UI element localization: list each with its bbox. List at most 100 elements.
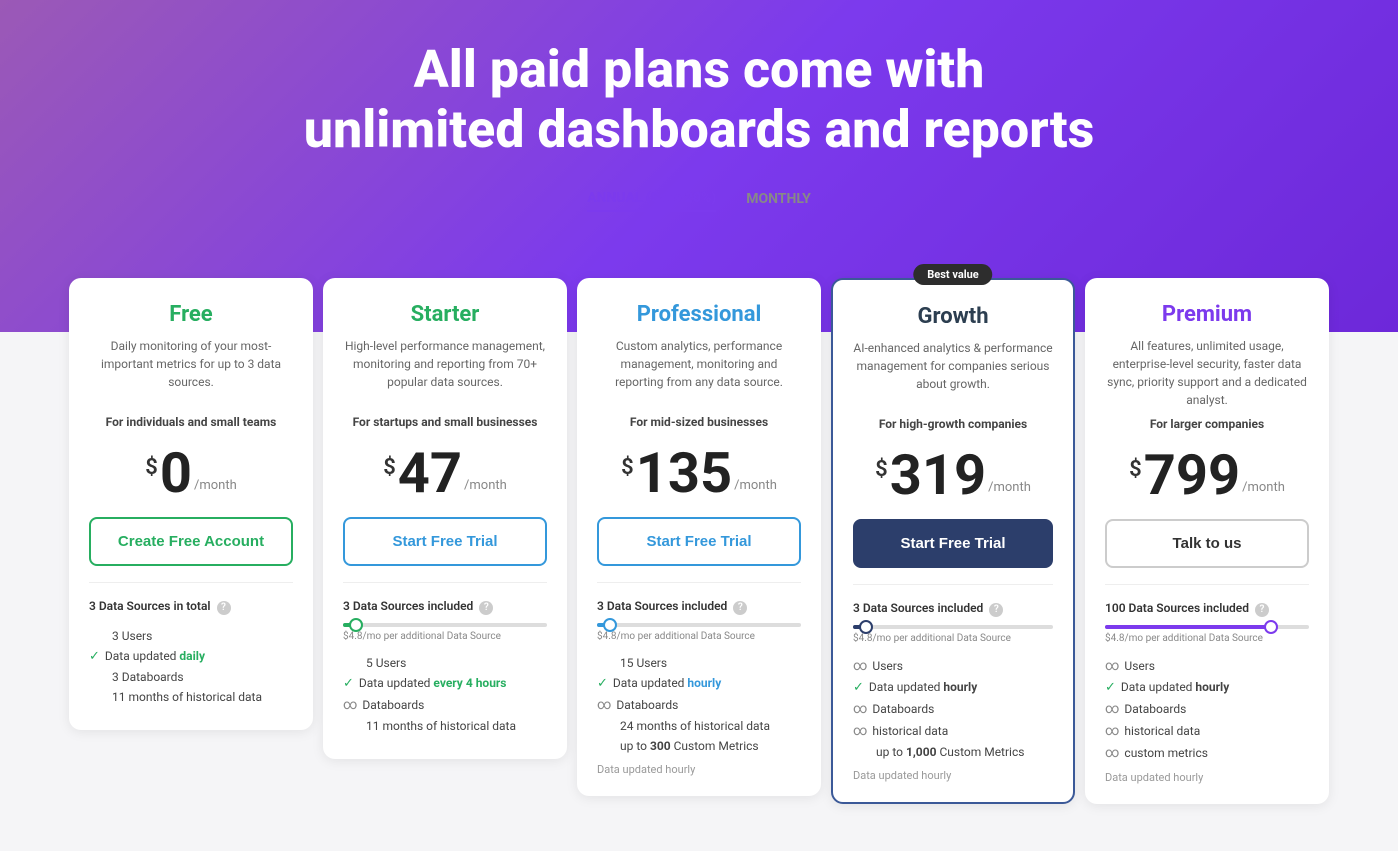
slider-additional-text: $4.8/mo per additional Data Source [853,633,1053,644]
plan-btn-starter[interactable]: Start Free Trial [343,517,547,566]
feature-item: 15 Users [597,656,801,670]
question-icon[interactable]: ? [217,601,231,615]
infinity-icon: ∞ [597,697,611,713]
price-period: /month [988,480,1031,495]
question-icon[interactable]: ? [989,603,1003,617]
plan-name-premium: Premium [1105,302,1309,327]
feature-item: ✓Data updated hourly [853,680,1053,695]
plan-card-professional: Professional Custom analytics, performan… [577,278,821,796]
plan-name-professional: Professional [597,302,801,327]
price-dollar: $ [1129,457,1142,482]
slider-additional-text: $4.8/mo per additional Data Source [1105,633,1309,644]
feature-item: 3 Users [89,629,293,643]
feature-item: ✓Data updated hourly [1105,680,1309,695]
data-sources-label-growth: 3 Data Sources included ? [853,601,1053,617]
infinity-icon: ∞ [343,697,357,713]
features-section-premium: 100 Data Sources included ? $4.8/mo per … [1105,584,1309,784]
feature-item: ∞ Users [1105,658,1309,674]
check-icon: ✓ [853,680,864,695]
feature-text: historical data [1124,724,1200,738]
feature-item: 11 months of historical data [89,690,293,704]
slider-track [597,623,801,627]
slider-track [343,623,547,627]
slider-additional-text: $4.8/mo per additional Data Source [597,631,801,642]
plan-price-professional: $ 135 /month [597,445,801,501]
slider-track [1105,625,1309,629]
feature-text: Users [1124,659,1155,673]
feature-list-starter: 5 Users ✓Data updated every 4 hours ∞ Datab… [343,656,547,733]
plan-price-free: $ 0 /month [89,445,293,501]
plan-target-free: For individuals and small teams [89,415,293,429]
feature-text: Data updated hourly [1121,680,1229,694]
slider-starter[interactable]: $4.8/mo per additional Data Source [343,623,547,642]
features-section-professional: 3 Data Sources included ? $4.8/mo per ad… [597,582,801,776]
billing-monthly[interactable]: MONTHLY [746,191,811,211]
infinity-icon: ∞ [853,658,867,674]
feature-text: 5 Users [366,656,406,670]
billing-annual[interactable]: ANNUAL (Save 20%) [587,190,716,212]
plan-btn-growth[interactable]: Start Free Trial [853,519,1053,568]
feature-item: ∞Databoards [1105,701,1309,717]
question-icon[interactable]: ? [733,601,747,615]
feature-text: Databoards [872,702,934,716]
slider-thumb [603,618,617,632]
hero-title: All paid plans come with unlimited dashb… [299,40,1099,160]
features-section-starter: 3 Data Sources included ? $4.8/mo per ad… [343,582,547,733]
feature-text: Databoards [1124,702,1186,716]
feature-item: ∞historical data [1105,723,1309,739]
data-updated-note-premium: Data updated hourly [1105,771,1309,784]
infinity-icon: ∞ [853,723,867,739]
slider-additional-text: $4.8/mo per additional Data Source [343,631,547,642]
feature-text: Databoards [362,698,424,712]
plan-card-starter: Starter High-level performance managemen… [323,278,567,759]
data-updated-note-growth: Data updated hourly [853,769,1053,782]
feature-list-premium: ∞ Users ✓Data updated hourly ∞Databoards ∞hi… [1105,658,1309,761]
feature-item: ✓Data updated every 4 hours [343,676,547,691]
plan-btn-professional[interactable]: Start Free Trial [597,517,801,566]
price-period: /month [194,478,237,493]
billing-toggle: ANNUAL (Save 20%) MONTHLY [20,190,1378,212]
feature-text: custom metrics [1124,746,1208,760]
plan-target-growth: For high-growth companies [853,417,1053,431]
feature-item: ✓Data updated hourly [597,676,801,691]
plan-card-premium: Premium All features, unlimited usage, e… [1085,278,1329,804]
plans-wrapper: Free Daily monitoring of your most-impor… [49,278,1349,844]
price-amount: 0 [160,445,192,501]
slider-premium[interactable]: $4.8/mo per additional Data Source [1105,625,1309,644]
question-icon[interactable]: ? [1255,603,1269,617]
slider-growth[interactable]: $4.8/mo per additional Data Source [853,625,1053,644]
feature-list-professional: 15 Users✓Data updated hourly∞Databoards2… [597,656,801,753]
feature-text: 15 Users [620,656,667,670]
feature-text: Data updated daily [105,649,205,663]
price-dollar: $ [383,455,396,480]
data-sources-label-professional: 3 Data Sources included ? [597,599,801,615]
question-icon[interactable]: ? [479,601,493,615]
check-icon: ✓ [597,676,608,691]
plan-price-starter: $ 47 /month [343,445,547,501]
feature-text: 11 months of historical data [366,719,516,733]
plan-description-growth: AI-enhanced analytics & performance mana… [853,339,1053,409]
check-icon: ✓ [343,676,354,691]
plan-description-professional: Custom analytics, performance management… [597,337,801,407]
feature-list-growth: ∞Users✓Data updated hourly∞Databoards∞hi… [853,658,1053,759]
feature-text: 3 Databoards [112,670,184,684]
price-amount: 799 [1144,447,1240,503]
data-sources-label-premium: 100 Data Sources included ? [1105,601,1309,617]
feature-item: ∞historical data [853,723,1053,739]
plan-description-premium: All features, unlimited usage, enterpris… [1105,337,1309,409]
infinity-icon: ∞ [1105,658,1119,674]
slider-professional[interactable]: $4.8/mo per additional Data Source [597,623,801,642]
feature-item: ∞Databoards [853,701,1053,717]
feature-item: 11 months of historical data [343,719,547,733]
price-amount: 135 [636,445,732,501]
plan-btn-free[interactable]: Create Free Account [89,517,293,566]
price-period: /month [734,478,777,493]
plan-btn-premium[interactable]: Talk to us [1105,519,1309,568]
features-section-free: 3 Data Sources in total ? 3 Users✓Data u… [89,582,293,704]
plan-target-professional: For mid-sized businesses [597,415,801,429]
plan-card-free: Free Daily monitoring of your most-impor… [69,278,313,730]
feature-text: 3 Users [112,629,152,643]
feature-item: up to 1,000 Custom Metrics [853,745,1053,759]
plan-name-starter: Starter [343,302,547,327]
price-period: /month [1242,480,1285,495]
